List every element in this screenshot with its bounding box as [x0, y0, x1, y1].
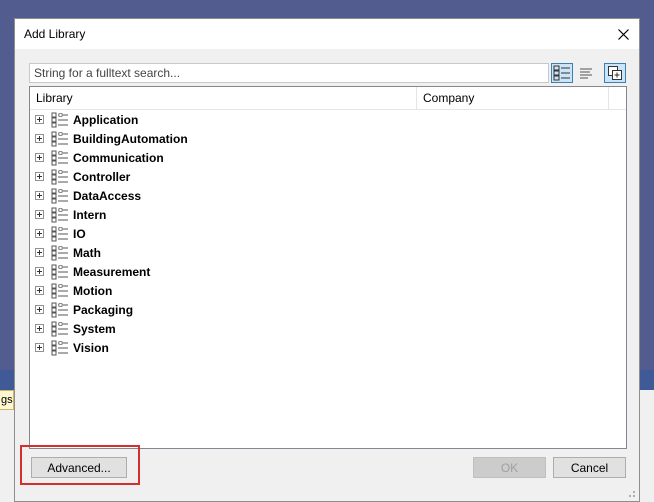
- tree-row-label[interactable]: Intern: [73, 208, 106, 222]
- add-library-dialog: Add Library Library Company: [14, 18, 640, 502]
- category-view-button[interactable]: [551, 63, 573, 83]
- tree-row[interactable]: Communication: [30, 149, 410, 168]
- tree-row[interactable]: DataAccess: [30, 187, 410, 206]
- library-tree-icon: [51, 321, 68, 337]
- tree-row-label[interactable]: BuildingAutomation: [73, 132, 188, 146]
- tree-row[interactable]: Packaging: [30, 301, 410, 320]
- plus-box-icon[interactable]: [35, 305, 44, 314]
- title-bar: Add Library: [15, 19, 639, 49]
- library-tree-icon: [51, 169, 68, 185]
- tree-row-label[interactable]: Communication: [73, 151, 164, 165]
- plus-box-icon[interactable]: [35, 286, 44, 295]
- plus-box-icon[interactable]: [35, 172, 44, 181]
- expand-all-icon: [608, 66, 622, 80]
- plus-box-icon[interactable]: [35, 134, 44, 143]
- plus-box-icon[interactable]: [35, 267, 44, 276]
- list-view-button[interactable]: [575, 63, 597, 83]
- plus-box-icon[interactable]: [35, 153, 44, 162]
- list-view-icon: [580, 68, 592, 79]
- library-tree-icon: [51, 245, 68, 261]
- tree-row-label[interactable]: Packaging: [73, 303, 133, 317]
- library-tree-icon: [51, 131, 68, 147]
- library-tree-icon: [51, 207, 68, 223]
- tree-row[interactable]: BuildingAutomation: [30, 130, 410, 149]
- library-grid: Library Company Application BuildingAutom…: [29, 86, 627, 449]
- library-tree-icon: [51, 340, 68, 356]
- tree-row[interactable]: Controller: [30, 168, 410, 187]
- library-tree-icon: [51, 150, 68, 166]
- tree-row-label[interactable]: Application: [73, 113, 138, 127]
- column-header-library[interactable]: Library: [30, 87, 417, 109]
- tree-row[interactable]: Intern: [30, 206, 410, 225]
- tree-row-label[interactable]: Vision: [73, 341, 109, 355]
- plus-box-icon[interactable]: [35, 324, 44, 333]
- plus-box-icon[interactable]: [35, 191, 44, 200]
- column-header-company[interactable]: Company: [417, 87, 609, 109]
- tree-row-label[interactable]: Math: [73, 246, 101, 260]
- tree-row[interactable]: IO: [30, 225, 410, 244]
- library-tree-icon: [51, 188, 68, 204]
- library-tree-icon: [51, 283, 68, 299]
- library-tree-icon: [51, 112, 68, 128]
- close-button[interactable]: [607, 19, 639, 49]
- advanced-button[interactable]: Advanced...: [31, 457, 127, 478]
- cancel-button[interactable]: Cancel: [553, 457, 626, 478]
- tree-row-label[interactable]: Measurement: [73, 265, 150, 279]
- tree-row-label[interactable]: Motion: [73, 284, 112, 298]
- plus-box-icon[interactable]: [35, 115, 44, 124]
- plus-box-icon[interactable]: [35, 229, 44, 238]
- library-tree-icon: [51, 226, 68, 242]
- tree-row-label[interactable]: System: [73, 322, 116, 336]
- tree-row-label[interactable]: IO: [73, 227, 86, 241]
- tree-row[interactable]: Math: [30, 244, 410, 263]
- resize-grip-icon[interactable]: [626, 488, 636, 498]
- expand-all-button[interactable]: [604, 63, 626, 83]
- plus-box-icon[interactable]: [35, 210, 44, 219]
- ok-button[interactable]: OK: [473, 457, 546, 478]
- category-view-icon: [553, 65, 570, 81]
- dialog-title: Add Library: [24, 27, 86, 41]
- tree-row[interactable]: Measurement: [30, 263, 410, 282]
- tree-row[interactable]: System: [30, 320, 410, 339]
- tree-row-label[interactable]: Controller: [73, 170, 130, 184]
- plus-box-icon[interactable]: [35, 343, 44, 352]
- tree-row[interactable]: Application: [30, 111, 410, 130]
- library-tree-icon: [51, 302, 68, 318]
- grid-header: Library Company: [30, 87, 626, 110]
- tree-row[interactable]: Motion: [30, 282, 410, 301]
- background-tab[interactable]: gs: [0, 390, 14, 410]
- library-tree-icon: [51, 264, 68, 280]
- search-input[interactable]: [29, 63, 549, 83]
- plus-box-icon[interactable]: [35, 248, 44, 257]
- library-tree: Application BuildingAutomation Communicati…: [30, 111, 410, 358]
- tree-row[interactable]: Vision: [30, 339, 410, 358]
- close-icon: [617, 28, 629, 40]
- tree-row-label[interactable]: DataAccess: [73, 189, 141, 203]
